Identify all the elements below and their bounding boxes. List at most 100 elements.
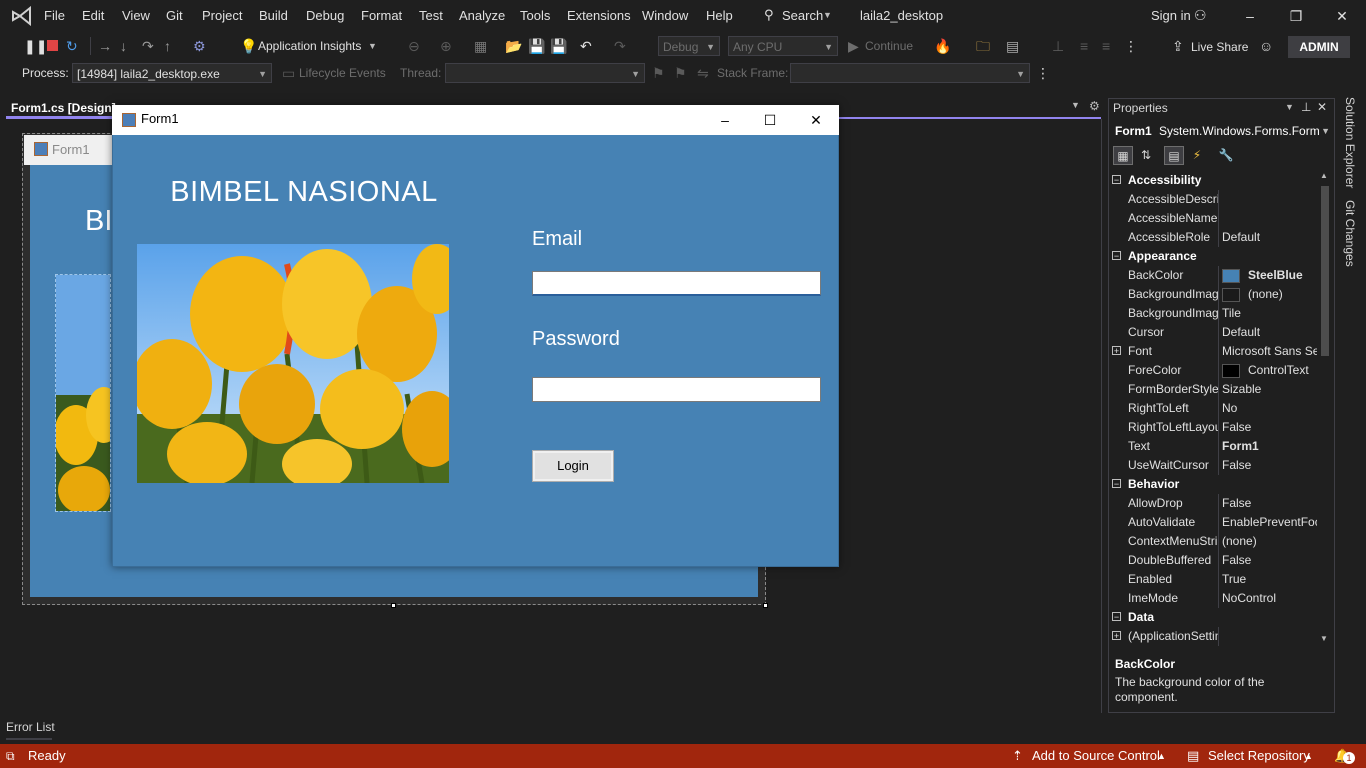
menu-window[interactable]: Window — [642, 8, 688, 23]
menu-debug[interactable]: Debug — [306, 8, 344, 23]
hot-reload-flame-icon[interactable]: 🔥 — [934, 36, 951, 56]
collapse-icon[interactable]: − — [1112, 251, 1121, 261]
overflow-icon[interactable]: ⋮ — [1124, 36, 1138, 56]
menu-edit[interactable]: Edit — [82, 8, 104, 23]
collapse-icon[interactable]: − — [1112, 612, 1121, 622]
property-row[interactable]: ForeColor ControlText — [1109, 361, 1317, 380]
menu-build[interactable]: Build — [259, 8, 288, 23]
property-value[interactable]: Default — [1222, 228, 1317, 247]
chevron-down-icon[interactable]: ▼ — [368, 36, 377, 56]
minimize-button[interactable]: – — [1228, 4, 1272, 28]
property-row[interactable]: AutoValidate EnablePreventFocusChange — [1109, 513, 1317, 532]
select-repository-button[interactable]: Select Repository — [1208, 744, 1310, 768]
collapse-icon[interactable]: − — [1112, 479, 1121, 489]
login-button[interactable]: Login — [532, 450, 614, 482]
account-icon[interactable]: ⚇ — [1194, 7, 1207, 24]
property-value[interactable]: False — [1222, 456, 1317, 475]
categorized-icon[interactable]: ▦ — [1113, 146, 1133, 165]
property-value[interactable]: False — [1222, 418, 1317, 437]
hot-reload-icon[interactable]: ⚙ — [193, 36, 206, 56]
thread-select[interactable]: ▼ — [445, 63, 645, 83]
properties-icon[interactable]: ▤ — [1164, 146, 1184, 165]
align-lefts-icon[interactable]: ≡ — [1080, 36, 1088, 56]
flag-threads-icon[interactable]: ⚑ — [674, 63, 687, 83]
property-value[interactable]: SteelBlue — [1222, 266, 1317, 285]
show-next-statement-icon[interactable]: → — [98, 36, 112, 56]
admin-badge[interactable]: ADMIN — [1288, 36, 1350, 58]
property-row[interactable]: BackgroundImage (none) — [1109, 285, 1317, 304]
process-select[interactable]: [14984] laila2_desktop.exe ▼ — [72, 63, 272, 83]
save-all-icon[interactable]: 💾 — [550, 36, 567, 56]
email-input[interactable] — [532, 271, 821, 296]
stack-frame-select[interactable]: ▼ — [790, 63, 1030, 83]
property-value[interactable]: Tile — [1222, 304, 1317, 323]
form-maximize-button[interactable]: ☐ — [759, 110, 781, 130]
scroll-thumb[interactable] — [1321, 186, 1329, 356]
menu-test[interactable]: Test — [419, 8, 443, 23]
property-row[interactable]: ContextMenuStrip (none) — [1109, 532, 1317, 551]
property-value[interactable]: (none) — [1222, 532, 1317, 551]
property-row[interactable]: AccessibleDescription — [1109, 190, 1317, 209]
property-row[interactable]: + (ApplicationSettings) — [1109, 627, 1317, 646]
menu-help[interactable]: Help — [706, 8, 733, 23]
pin-icon[interactable]: ⊥ — [1301, 100, 1311, 114]
property-value[interactable]: NoControl — [1222, 589, 1317, 608]
design-picturebox[interactable] — [55, 274, 111, 512]
property-value[interactable]: (none) — [1222, 285, 1317, 304]
alphabetical-icon[interactable]: ⇅ — [1136, 146, 1156, 165]
property-row[interactable]: AccessibleName — [1109, 209, 1317, 228]
maximize-button[interactable]: ❐ — [1274, 4, 1318, 28]
property-row[interactable]: + Font Microsoft Sans Serif, 8.25pt — [1109, 342, 1317, 361]
redo-icon[interactable]: ↷ — [614, 36, 626, 56]
property-row[interactable]: UseWaitCursor False — [1109, 456, 1317, 475]
scroll-up-icon[interactable]: ▲ — [1320, 171, 1328, 180]
property-pages-icon[interactable]: 🔧 — [1216, 146, 1236, 165]
property-row[interactable]: DoubleBuffered False — [1109, 551, 1317, 570]
live-share-button[interactable]: Live Share — [1191, 37, 1248, 57]
property-value[interactable]: False — [1222, 551, 1317, 570]
property-category[interactable]: − Accessibility — [1109, 171, 1317, 190]
error-list-tab[interactable]: Error List — [6, 720, 55, 734]
property-row[interactable]: RightToLeft No — [1109, 399, 1317, 418]
restart-icon[interactable]: ↻ — [66, 36, 78, 56]
open-folder-icon[interactable]: 📂 — [505, 36, 522, 56]
menu-file[interactable]: File — [44, 8, 65, 23]
property-value[interactable]: Form1 — [1222, 437, 1317, 456]
overflow-icon[interactable]: ⋮ — [1036, 63, 1050, 83]
form-close-button[interactable]: ✕ — [805, 110, 827, 130]
form-minimize-button[interactable]: – — [714, 110, 736, 130]
menu-format[interactable]: Format — [361, 8, 402, 23]
menu-view[interactable]: View — [122, 8, 150, 23]
property-value[interactable]: ControlText — [1222, 361, 1317, 380]
browse-folder-icon[interactable]: 🗀 — [976, 36, 990, 56]
expand-icon[interactable]: + — [1112, 346, 1121, 356]
events-icon[interactable]: ⚡ — [1187, 146, 1207, 165]
side-tab-git-changes[interactable]: Git Changes — [1343, 200, 1357, 267]
menu-extensions[interactable]: Extensions — [567, 8, 631, 23]
resize-handle-corner[interactable] — [763, 603, 768, 608]
property-row[interactable]: Enabled True — [1109, 570, 1317, 589]
continue-button[interactable]: Continue — [865, 36, 913, 56]
sign-in-link[interactable]: Sign in — [1151, 8, 1191, 23]
pause-icon[interactable]: ❚❚ — [24, 36, 47, 56]
property-row[interactable]: ImeMode NoControl — [1109, 589, 1317, 608]
configuration-select[interactable]: Debug ▼ — [658, 36, 720, 56]
add-source-control-button[interactable]: Add to Source Control — [1032, 744, 1160, 768]
property-value[interactable]: EnablePreventFocusChange — [1222, 513, 1317, 532]
property-row[interactable]: Text Form1 — [1109, 437, 1317, 456]
output-window-icon[interactable]: ⧉ — [6, 744, 15, 768]
password-input[interactable] — [532, 377, 821, 402]
layout-icon[interactable]: ▤ — [1006, 36, 1019, 56]
property-value[interactable]: True — [1222, 570, 1317, 589]
property-category[interactable]: − Behavior — [1109, 475, 1317, 494]
property-category[interactable]: − Data — [1109, 608, 1317, 627]
feedback-icon[interactable]: ☺ — [1259, 36, 1273, 56]
app-insights-button[interactable]: Application Insights — [258, 36, 361, 56]
align-icon[interactable]: ⊥ — [1052, 36, 1064, 56]
property-row[interactable]: BackColor SteelBlue — [1109, 266, 1317, 285]
property-value[interactable]: No — [1222, 399, 1317, 418]
navigate-forward-icon[interactable]: ⊕ — [440, 36, 452, 56]
property-row[interactable]: RightToLeftLayout False — [1109, 418, 1317, 437]
step-out-icon[interactable]: ↑ — [164, 36, 171, 56]
settings-gear-icon[interactable]: ⚙ — [1089, 99, 1100, 113]
